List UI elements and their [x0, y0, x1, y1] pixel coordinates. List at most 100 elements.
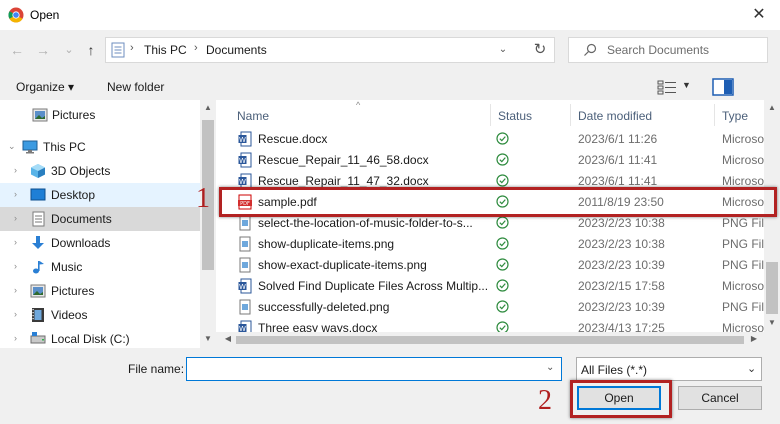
sync-status-icon — [496, 258, 509, 271]
chevron-right-icon[interactable]: › — [14, 165, 17, 175]
chevron-right-icon[interactable]: › — [14, 285, 17, 295]
title-bar — [0, 0, 780, 30]
scroll-up-icon[interactable]: ▲ — [764, 103, 780, 112]
table-row[interactable]: W Rescue_Repair_11_46_58.docx 2023/6/1 11:… — [216, 149, 766, 170]
file-name: show-exact-duplicate-items.png — [258, 258, 427, 272]
nav-item-desktop[interactable]: › Desktop — [0, 183, 200, 207]
nav-item-videos[interactable]: › Videos — [0, 303, 200, 327]
sync-status-icon — [496, 279, 509, 292]
forward-button[interactable]: → — [34, 40, 52, 60]
view-dropdown-icon[interactable]: ▼ — [682, 80, 691, 90]
address-dropdown-icon[interactable]: ⌄ — [494, 42, 512, 58]
chevron-right-icon[interactable]: › — [14, 237, 17, 247]
breadcrumb-documents[interactable]: Documents — [206, 43, 267, 57]
scroll-up-icon[interactable]: ▲ — [200, 103, 216, 112]
desktop-icon — [30, 188, 46, 201]
nav-label: This PC — [43, 140, 86, 154]
preview-pane-icon[interactable] — [712, 77, 734, 97]
chevron-down-icon[interactable]: ⌄ — [8, 141, 16, 152]
downloads-icon — [32, 236, 44, 249]
nav-label: Local Disk (C:) — [51, 332, 130, 346]
table-row[interactable]: W Solved Find Duplicate Files Across Mult… — [216, 275, 766, 296]
column-header-status[interactable]: Status — [498, 109, 532, 123]
back-button[interactable]: ← — [8, 40, 26, 60]
vertical-scrollbar-thumb[interactable] — [766, 262, 778, 314]
step-number-1: 1 — [196, 183, 210, 214]
image-file-icon — [239, 299, 251, 315]
nav-label: Music — [51, 260, 83, 274]
column-divider[interactable] — [570, 104, 571, 126]
table-row[interactable]: show-exact-duplicate-items.png 2023/2/23 … — [216, 254, 771, 275]
sync-status-icon — [496, 216, 509, 229]
scroll-down-icon[interactable]: ▼ — [200, 334, 216, 343]
file-date-modified: 2023/2/23 10:39 — [578, 258, 665, 272]
word-doc-icon: W — [238, 152, 252, 168]
nav-item-music[interactable]: › Music — [0, 255, 200, 279]
table-row[interactable]: successfully-deleted.png 2023/2/23 10:39 P… — [216, 296, 771, 317]
file-date-modified: 2023/2/23 10:39 — [578, 300, 665, 314]
table-row[interactable]: show-duplicate-items.png 2023/2/23 10:38 P… — [216, 233, 771, 254]
view-options-icon[interactable] — [657, 79, 677, 95]
chevron-right-icon[interactable]: › — [14, 213, 17, 223]
column-header-type[interactable]: Type — [722, 109, 748, 123]
file-type-select[interactable]: All Files (*.*) ⌄ — [576, 357, 762, 381]
file-date-modified: 2023/6/1 11:26 — [578, 132, 658, 146]
cancel-button[interactable]: Cancel — [678, 386, 762, 410]
column-divider[interactable] — [490, 104, 491, 126]
sync-status-icon — [496, 174, 509, 187]
music-icon — [33, 261, 44, 274]
nav-item-downloads[interactable]: › Downloads — [0, 231, 200, 255]
chevron-right-icon[interactable]: › — [14, 309, 17, 319]
refresh-button[interactable]: ↻ — [527, 38, 553, 62]
scroll-left-icon[interactable]: ◀ — [220, 334, 236, 343]
nav-label: Desktop — [51, 188, 96, 202]
column-divider[interactable] — [714, 104, 715, 126]
nav-item-pictures-quick[interactable]: Pictures — [0, 103, 200, 127]
window-title: Open — [30, 8, 60, 22]
image-file-icon — [239, 236, 251, 252]
file-name-input[interactable] — [186, 357, 562, 381]
close-button[interactable]: ✕ — [746, 3, 772, 27]
nav-label: 3D Objects — [51, 164, 111, 178]
search-box[interactable]: Search Documents — [568, 37, 768, 63]
nav-item-documents[interactable]: › Documents — [0, 207, 200, 231]
scrollbar-corner — [764, 332, 780, 348]
computer-icon — [22, 140, 38, 154]
disk-icon — [30, 332, 46, 344]
scroll-right-icon[interactable]: ▶ — [746, 334, 762, 343]
chevron-right-icon[interactable]: › — [14, 333, 17, 343]
organize-button[interactable]: Organize ▾ — [16, 80, 74, 94]
chevron-right-icon[interactable]: › — [14, 261, 17, 271]
nav-item-3d-objects[interactable]: › 3D Objects — [0, 159, 200, 183]
nav-label: Pictures — [51, 284, 95, 298]
sync-status-icon — [496, 153, 509, 166]
file-name: successfully-deleted.png — [258, 300, 390, 314]
sort-ascending-icon: ^ — [356, 100, 361, 110]
column-header-name[interactable]: Name — [237, 109, 269, 123]
3d-objects-icon — [31, 164, 45, 178]
table-row[interactable]: W Rescue.docx 2023/6/1 11:26 Microso — [216, 128, 766, 149]
nav-item-pictures[interactable]: › Pictures — [0, 279, 200, 303]
breadcrumb-separator: › — [130, 42, 134, 54]
nav-item-local-disk[interactable]: › Local Disk (C:) — [0, 327, 200, 348]
pictures-icon — [32, 108, 48, 122]
column-header-date[interactable]: Date modified — [578, 109, 652, 123]
search-placeholder: Search Documents — [607, 43, 710, 57]
horizontal-scrollbar-thumb[interactable] — [236, 336, 744, 344]
scroll-down-icon[interactable]: ▼ — [764, 318, 780, 327]
file-type: Microso — [722, 279, 765, 293]
file-name: Rescue.docx — [258, 132, 328, 146]
new-folder-button[interactable]: New folder — [107, 80, 164, 94]
file-name-dropdown-icon[interactable]: ⌄ — [546, 362, 554, 373]
sync-status-icon — [496, 237, 509, 250]
nav-item-this-pc[interactable]: ⌄ This PC — [0, 135, 200, 159]
highlight-box-sample-pdf — [219, 187, 777, 217]
address-bar[interactable]: › This PC › Documents — [105, 37, 555, 63]
breadcrumb-this-pc[interactable]: This PC — [144, 43, 187, 57]
recent-locations-button[interactable]: ⌄ — [60, 40, 78, 60]
chevron-right-icon[interactable]: › — [14, 189, 17, 199]
videos-icon — [32, 308, 44, 322]
up-button[interactable]: ↑ — [82, 40, 100, 60]
file-date-modified: 2023/6/1 11:41 — [578, 174, 658, 188]
file-name: Rescue_Repair_11_46_58.docx — [258, 153, 429, 167]
